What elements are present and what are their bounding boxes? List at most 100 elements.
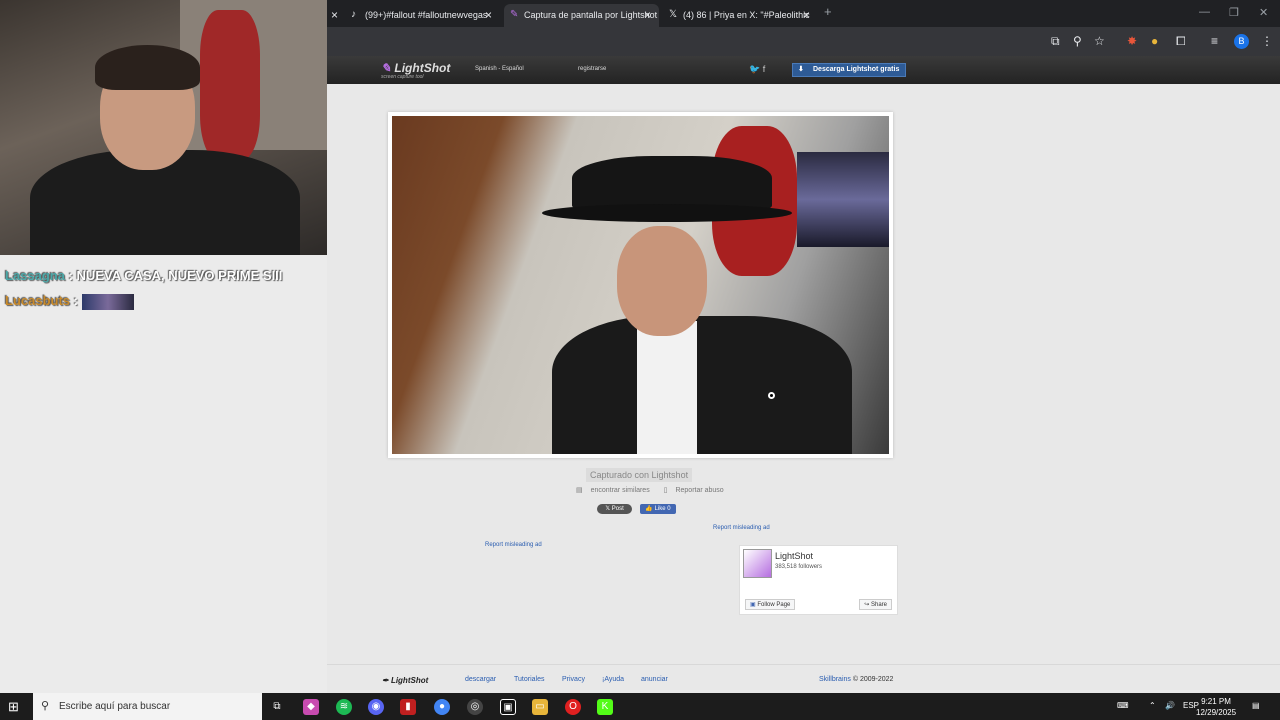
- chat-separator: :: [64, 268, 77, 283]
- captured-label: Capturado con Lightshot: [586, 468, 693, 482]
- close-icon[interactable]: ×: [644, 8, 651, 22]
- new-tab-button[interactable]: +: [824, 4, 832, 19]
- image-actions: ▤ encontrar similares ▯ Reportar abuso: [576, 486, 736, 494]
- close-icon[interactable]: ×: [803, 8, 810, 22]
- spotify-icon[interactable]: ≋: [336, 699, 352, 715]
- notifications-icon[interactable]: ▤: [1252, 701, 1260, 710]
- mouse-cursor: [768, 392, 775, 399]
- lightshot-feather-icon: ✎: [510, 9, 519, 20]
- tab-close-partial[interactable]: ×: [327, 4, 341, 27]
- chrome-icon[interactable]: ●: [434, 699, 450, 715]
- taskbar-search[interactable]: ⚲ Escribe aquí para buscar: [33, 693, 262, 720]
- download-button[interactable]: ⬇ Descarga Lightshot gratis: [792, 63, 907, 77]
- screenshot-image[interactable]: [392, 116, 889, 454]
- profile-avatar[interactable]: B: [1234, 34, 1249, 49]
- fb-page-thumbnail[interactable]: [743, 549, 772, 578]
- task-view-icon[interactable]: ⧉: [269, 699, 285, 715]
- thumbs-up-icon: 👍: [645, 506, 655, 512]
- facebook-page-widget: LightShot 383,518 followers ▣ Follow Pag…: [739, 545, 898, 615]
- image-icon: ▤: [576, 487, 585, 494]
- minimize-icon[interactable]: —: [1199, 6, 1210, 18]
- santa-costume: [200, 10, 260, 160]
- chat-message: Lucasbuts :: [5, 293, 134, 310]
- tab-lightshot[interactable]: ✎ Captura de pantalla por Lightshot ×: [504, 4, 659, 27]
- windows-taskbar: ⊞ ⚲ Escribe aquí para buscar ⧉ ◆ ≋ ◉ ▮ ●…: [0, 693, 1280, 720]
- obs-icon[interactable]: ◎: [467, 699, 483, 715]
- report-ad-link[interactable]: Report misleading ad: [485, 542, 542, 548]
- close-icon[interactable]: ×: [485, 8, 492, 22]
- download-label: Descarga Lightshot gratis: [813, 66, 900, 73]
- facebook-icon[interactable]: f: [763, 64, 766, 74]
- lightshot-logo[interactable]: ✎ LightShot screen capture tool: [381, 61, 450, 80]
- share-icon: ↪: [864, 602, 871, 608]
- chat-message: Lassagna : NUEVA CASA, NUEVO PRIME SIII: [5, 268, 282, 283]
- footer-link-tutorials[interactable]: Tutoriales: [514, 676, 544, 683]
- footer-copyright: Skillbrains © 2009-2022: [819, 676, 893, 683]
- footer-link-help[interactable]: ¡Ayuda: [602, 676, 624, 683]
- lightshot-header: ✎ LightShot screen capture tool Spanish …: [327, 56, 1280, 84]
- fb-page-name[interactable]: LightShot: [775, 551, 813, 561]
- twitter-icon[interactable]: 🐦: [749, 64, 760, 74]
- copyright-text: © 2009-2022: [852, 676, 894, 683]
- windows-start-icon[interactable]: ⊞: [8, 699, 19, 715]
- report-abuse-link[interactable]: ▯ Reportar abuso: [664, 487, 730, 494]
- footer-link-download[interactable]: descargar: [465, 676, 496, 683]
- window-close-icon[interactable]: ✕: [1259, 6, 1268, 19]
- footer-link-advertise[interactable]: anunciar: [641, 676, 668, 683]
- restore-icon[interactable]: ❐: [1229, 6, 1239, 19]
- skillbrains-link[interactable]: Skillbrains: [819, 676, 851, 683]
- language-select[interactable]: Spanish - Español: [475, 66, 524, 72]
- bookmark-star-icon[interactable]: ☆: [1094, 34, 1105, 48]
- app-icon[interactable]: ▣: [500, 699, 516, 715]
- flag-icon: ▯: [663, 487, 670, 494]
- footer-logo-text: LightShot: [390, 676, 429, 685]
- tab-x[interactable]: 𝕏 (4) 86 | Priya en X: "#Paleolithic ×: [663, 4, 818, 27]
- report-ad-link[interactable]: Report misleading ad: [713, 525, 770, 531]
- lightshot-feather-icon: ✒: [382, 676, 391, 685]
- extensions-puzzle-icon[interactable]: ⧠: [1176, 34, 1186, 49]
- post-button[interactable]: 𝕏 Post: [597, 504, 632, 514]
- person-face: [617, 226, 707, 336]
- footer-link-privacy[interactable]: Privacy: [562, 676, 585, 683]
- screenshot-frame: [388, 112, 893, 458]
- extension-icon[interactable]: ●: [1151, 34, 1158, 48]
- tab-label: Captura de pantalla por Lightshot: [524, 10, 658, 20]
- chat-overlay: Lassagna : NUEVA CASA, NUEVO PRIME SIII …: [0, 255, 327, 695]
- person-hat: [572, 156, 772, 211]
- chat-emote: [81, 293, 134, 310]
- footer-logo[interactable]: ✒ LightShot: [382, 676, 428, 685]
- fb-share-button[interactable]: ↪ Share: [859, 599, 892, 610]
- tab-label: (99+)#fallout #falloutnewvegas: [365, 10, 488, 20]
- register-link[interactable]: registrarse: [578, 66, 606, 72]
- kick-icon[interactable]: K: [597, 699, 613, 715]
- person-suit: [552, 316, 852, 454]
- cast-icon[interactable]: ⧉: [1051, 34, 1060, 49]
- discord-icon[interactable]: ◉: [368, 699, 384, 715]
- fb-follower-count: 383,518 followers: [775, 564, 823, 570]
- file-explorer-icon[interactable]: ▭: [532, 699, 548, 715]
- menu-kebab-icon[interactable]: ⋮: [1261, 34, 1273, 48]
- tab-tiktok[interactable]: ♪ (99+)#fallout #falloutnewvegas ×: [345, 4, 500, 27]
- chevron-up-icon[interactable]: ⌃: [1149, 701, 1156, 710]
- opera-icon[interactable]: O: [565, 699, 581, 715]
- download-icon: ⬇: [798, 66, 804, 73]
- zoom-icon[interactable]: ⚲: [1073, 34, 1082, 48]
- system-clock[interactable]: 9:21 PM 12/29/2025: [1196, 696, 1236, 718]
- person-hat-brim: [542, 204, 792, 222]
- find-similar-link[interactable]: ▤ encontrar similares: [576, 487, 656, 494]
- chat-separator: :: [70, 293, 82, 308]
- like-button[interactable]: 👍 Like 0: [640, 504, 676, 514]
- voicemeeter-icon[interactable]: ▮: [400, 699, 416, 715]
- clock-date: 12/29/2025: [1196, 708, 1237, 717]
- post-label: Post: [611, 506, 624, 512]
- clock-time: 9:21 PM: [1201, 697, 1231, 706]
- volume-icon[interactable]: 🔊: [1165, 701, 1175, 710]
- media-control-icon[interactable]: ≡: [1211, 34, 1218, 48]
- keyboard-icon[interactable]: ⌨: [1117, 701, 1129, 710]
- copilot-icon[interactable]: ◆: [303, 699, 319, 715]
- tv-screen: [797, 152, 889, 247]
- extension-icon[interactable]: ✸: [1127, 34, 1137, 48]
- tab-label: (4) 86 | Priya en X: "#Paleolithic: [683, 10, 810, 20]
- find-similar-label: encontrar similares: [590, 487, 650, 494]
- fb-follow-button[interactable]: ▣ Follow Page: [745, 599, 796, 610]
